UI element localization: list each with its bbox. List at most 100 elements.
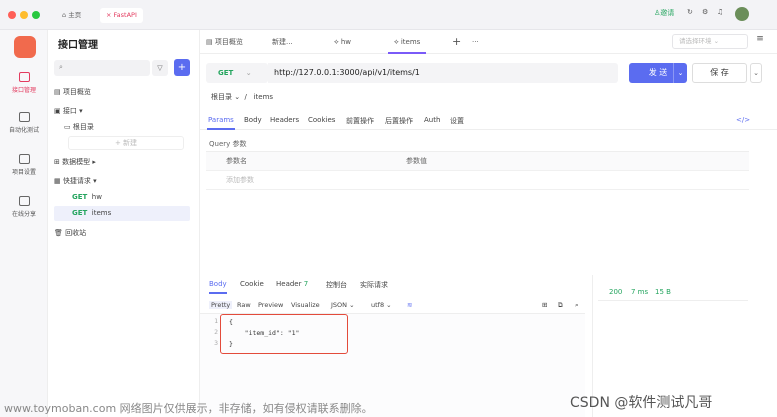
close-window-button[interactable] — [8, 11, 16, 19]
tree-item-label: 快捷请求 ▾ — [62, 177, 97, 185]
copy-icon[interactable]: ⧉ — [558, 301, 563, 310]
env-select[interactable]: 请选择环境 ⌄ — [672, 34, 748, 49]
tab-label: 项目概览 — [214, 38, 243, 46]
tab-label: items — [400, 38, 421, 46]
tree-item-quick-requests[interactable]: ▦ 快捷请求 ▾ — [54, 176, 97, 186]
invite-button[interactable]: ♙邀请 — [654, 8, 674, 18]
view-visualize[interactable]: Visualize — [291, 301, 320, 309]
bell-icon[interactable]: ♫ — [717, 8, 723, 16]
tree-search-input[interactable]: ⌕ — [54, 60, 150, 76]
tree-item-label: 回收站 — [65, 229, 87, 237]
encoding-value: utf8 — [371, 301, 385, 309]
view-preview[interactable]: Preview — [258, 301, 283, 309]
menu-icon[interactable]: ≡ — [752, 34, 768, 49]
tab-settings[interactable]: 设置 — [450, 116, 464, 126]
wrap-icon[interactable]: ≋ — [407, 301, 412, 309]
add-button[interactable]: + — [174, 59, 190, 76]
filter-icon[interactable]: ▽ — [152, 60, 168, 76]
download-icon[interactable]: ⊞ — [542, 301, 547, 309]
more-tabs-icon[interactable]: ··· — [466, 30, 485, 54]
add-tab-icon[interactable]: + — [446, 30, 467, 54]
view-raw[interactable]: Raw — [237, 301, 251, 309]
response-view-bar: Pretty Raw Preview Visualize JSON ⌄ utf8… — [200, 298, 585, 314]
api-tree-panel: 接口管理 ⌕ ▽ + ▤ 项目概览 ▣ 接口 ▾ ▭ 根目录 + 新建 ⊞ 数据… — [48, 30, 200, 417]
sidebar-item-project-settings[interactable]: 项目设置 — [0, 154, 48, 176]
env-placeholder: 请选择环境 — [679, 37, 712, 45]
tree-item-overview[interactable]: ▤ 项目概览 — [54, 87, 91, 97]
sidebar-item-label: 项目设置 — [11, 169, 36, 176]
method-select[interactable]: GET ⌄ — [206, 63, 268, 83]
resp-tab-cookie[interactable]: Cookie — [240, 280, 264, 288]
watermark-right: CSDN @软件测试凡哥 — [570, 395, 713, 411]
maximize-window-button[interactable] — [32, 11, 40, 19]
tab-new[interactable]: 新建... — [266, 30, 299, 54]
watermark-left: www.toymoban.com 网络图片仅供展示，非存储，如有侵权请联系删除。 — [4, 402, 373, 415]
response-size: 15 B — [655, 288, 671, 296]
window-tab-fastapi-label: FastAPI — [113, 11, 137, 19]
new-item-label: + 新建 — [114, 139, 138, 147]
tree-item-trash[interactable]: 🗑 回收站 — [54, 228, 86, 238]
window-tab-home[interactable]: ⌂ 主页 — [62, 8, 81, 23]
encoding-select[interactable]: utf8 ⌄ — [371, 301, 392, 309]
tab-pre-ops[interactable]: 前置操作 — [346, 116, 374, 126]
tree-item-root-dir[interactable]: ▭ 根目录 — [64, 122, 94, 132]
format-select[interactable]: JSON ⌄ — [331, 301, 355, 309]
resp-tab-console[interactable]: 控制台 — [326, 280, 347, 290]
tree-item-api-folder[interactable]: ▣ 接口 ▾ — [54, 106, 83, 116]
tree-item-data-models[interactable]: ⊞ 数据模型 ▸ — [54, 157, 96, 167]
save-dropdown-icon[interactable]: ⌄ — [750, 63, 762, 83]
sync-icon[interactable]: ↻ — [687, 8, 693, 16]
tab-auth[interactable]: Auth — [424, 116, 440, 124]
tab-post-ops[interactable]: 后置操作 — [385, 116, 413, 126]
breadcrumb: 根目录 ⌄ / items — [211, 93, 274, 101]
window-tab-fastapi[interactable]: × FastAPI — [100, 8, 143, 23]
tree-item-label: 项目概览 — [62, 88, 91, 96]
add-param-placeholder[interactable]: 添加参数 — [226, 171, 254, 190]
share-doc-icon — [18, 196, 30, 206]
url-input[interactable]: http://127.0.0.1:3000/api/v1/items/1 — [268, 63, 618, 83]
sidebar-item-api-management[interactable]: 接口管理 — [0, 72, 48, 94]
status-code: 200 — [609, 288, 623, 296]
tree-item-label: 接口 ▾ — [62, 107, 83, 115]
query-section-title: Query 参数 — [209, 140, 247, 148]
avatar[interactable] — [735, 7, 749, 21]
breadcrumb-leaf: items — [253, 93, 274, 101]
response-time: 7 ms — [631, 288, 649, 296]
tab-headers[interactable]: Headers — [270, 116, 299, 124]
line-numbers: 1 2 3 — [206, 314, 218, 349]
breadcrumb-root[interactable]: 根目录 — [211, 93, 232, 101]
params-add-row[interactable]: 添加参数 — [206, 171, 749, 190]
tree-item-items[interactable]: GET items — [72, 209, 111, 217]
stack-icon — [18, 112, 30, 122]
tree-item-label: 根目录 — [72, 123, 94, 131]
sidebar-item-auto-test[interactable]: 自动化测试 — [0, 112, 48, 134]
send-dropdown-icon[interactable]: ⌄ — [673, 63, 687, 83]
tab-hw[interactable]: ⟡ hw — [328, 30, 357, 54]
method-badge: GET — [72, 193, 88, 201]
tree-item-label: hw — [91, 193, 102, 201]
new-item-button[interactable]: + 新建 — [68, 136, 184, 150]
resp-tab-header[interactable]: Header 7 — [276, 280, 308, 288]
main-panel: ▤ 项目概览 新建... ⟡ hw ⟡ items + ··· 请选择环境 ⌄ … — [200, 30, 777, 417]
tab-body[interactable]: Body — [244, 116, 262, 124]
tree-item-label: 数据模型 ▸ — [62, 158, 96, 166]
tree-item-hw[interactable]: GET hw — [72, 193, 102, 201]
tab-items[interactable]: ⟡ items — [388, 30, 427, 54]
search-icon[interactable]: ⌕ — [575, 301, 579, 310]
minimize-window-button[interactable] — [20, 11, 28, 19]
sidebar-item-online-share[interactable]: 在线分享 — [0, 196, 48, 218]
tab-params[interactable]: Params — [208, 116, 234, 124]
resp-tab-actual-request[interactable]: 实际请求 — [360, 280, 388, 290]
code-icon[interactable]: </> — [736, 116, 750, 124]
tab-cookies[interactable]: Cookies — [308, 116, 335, 124]
send-button[interactable]: 发 送 ⌄ — [629, 63, 687, 83]
tab-overview[interactable]: ▤ 项目概览 — [200, 30, 249, 54]
settings-gear-icon[interactable]: ⚙ — [702, 8, 708, 16]
resp-tab-body[interactable]: Body — [209, 280, 227, 294]
params-header-row: 参数名 参数值 — [206, 152, 749, 171]
tab-label: 新建... — [272, 38, 293, 46]
view-pretty[interactable]: Pretty — [209, 301, 233, 309]
invite-label: 邀请 — [660, 9, 675, 17]
save-button[interactable]: 保 存 — [692, 63, 747, 83]
header-count-badge: 7 — [303, 280, 309, 288]
